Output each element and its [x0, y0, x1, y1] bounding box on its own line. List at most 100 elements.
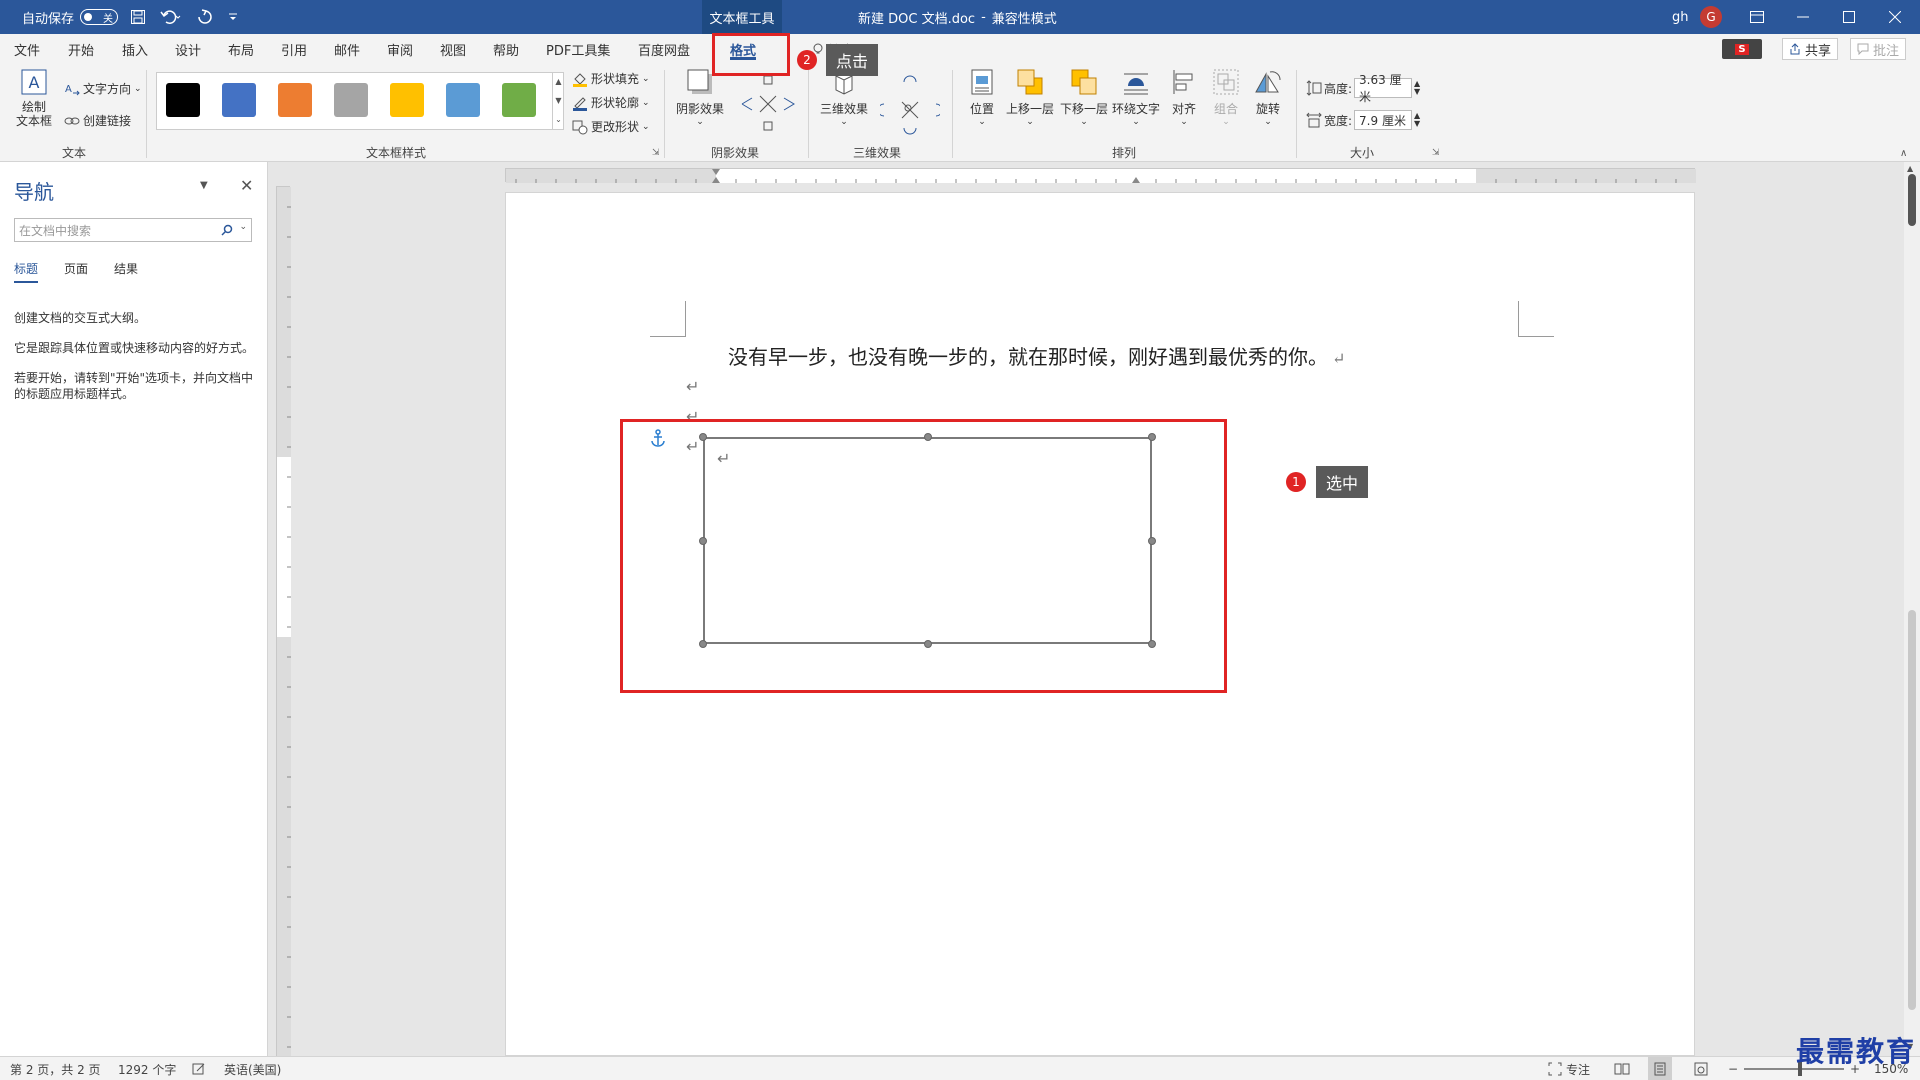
- nav-options-icon[interactable]: ▼: [200, 180, 208, 191]
- status-bar: 第 2 页，共 2 页 1292 个字 英语(美国) 专注 − + 150%: [0, 1056, 1920, 1080]
- tab-layout[interactable]: 布局: [228, 34, 254, 64]
- nav-tab-results[interactable]: 结果: [114, 260, 138, 277]
- language[interactable]: 英语(美国): [224, 1057, 281, 1080]
- read-mode-icon[interactable]: [1614, 1057, 1630, 1080]
- position-icon: [968, 68, 996, 96]
- position-button[interactable]: 位置 ⌄: [962, 68, 1002, 127]
- redo-icon[interactable]: [196, 0, 214, 34]
- proofing-icon[interactable]: [192, 1057, 206, 1080]
- shadow-icon: [686, 68, 714, 96]
- tab-view[interactable]: 视图: [440, 34, 466, 64]
- autosave[interactable]: 自动保存 关: [22, 0, 119, 34]
- maximize-icon[interactable]: [1826, 0, 1872, 34]
- scrollbar-track-segment: [1908, 610, 1916, 1010]
- nav-tab-headings[interactable]: 标题: [14, 260, 39, 283]
- tab-references[interactable]: 引用: [281, 34, 307, 64]
- swatch-gray[interactable]: [334, 83, 368, 117]
- 3d-effect-button[interactable]: 三维效果 ⌄: [816, 68, 872, 127]
- swatch-green[interactable]: [502, 83, 536, 117]
- group-label-3d: 三维效果: [852, 146, 901, 160]
- swatch-orange[interactable]: [278, 83, 312, 117]
- swatch-blue[interactable]: [222, 83, 256, 117]
- create-link-button[interactable]: 创建链接: [64, 112, 131, 129]
- height-input[interactable]: 3.63 厘米: [1354, 73, 1413, 104]
- text-direction-button[interactable]: A 文字方向 ⌄: [64, 80, 142, 97]
- change-shape-button[interactable]: 更改形状 ⌄: [572, 118, 650, 135]
- tab-help[interactable]: 帮助: [493, 34, 519, 64]
- undo-icon[interactable]: [160, 0, 182, 34]
- nav-tab-pages[interactable]: 页面: [64, 260, 88, 277]
- nav-search-input[interactable]: 在文档中搜索 ⌄: [14, 218, 252, 242]
- comment-icon: [1857, 43, 1869, 55]
- zoom-out-icon[interactable]: −: [1728, 1057, 1738, 1080]
- focus-mode-button[interactable]: 专注: [1548, 1057, 1590, 1080]
- shape-fill-button[interactable]: 形状填充 ⌄: [572, 70, 650, 87]
- avatar[interactable]: G: [1700, 0, 1722, 34]
- autosave-toggle[interactable]: 关: [80, 9, 119, 25]
- separator: [952, 70, 953, 158]
- swatch-light-blue[interactable]: [446, 83, 480, 117]
- search-dropdown-icon[interactable]: ⌄: [239, 222, 247, 232]
- input-method-icon[interactable]: S: [1722, 39, 1762, 59]
- search-icon[interactable]: [221, 224, 233, 236]
- share-button[interactable]: 共享: [1782, 38, 1839, 60]
- tab-pdf-tools[interactable]: PDF工具集: [546, 34, 610, 64]
- tab-mailings[interactable]: 邮件: [334, 34, 360, 64]
- group-label-text: 文本: [61, 146, 86, 160]
- vertical-ruler[interactable]: [276, 186, 291, 1057]
- width-spinner[interactable]: ▲ ▼: [1414, 112, 1420, 128]
- send-backward-button[interactable]: 下移一层 ⌄: [1058, 68, 1110, 127]
- document-text-line[interactable]: 没有早一步，也没有晚一步的，就在那时候，刚好遇到最优秀的你。 ↵: [728, 341, 1345, 370]
- customize-qat-icon[interactable]: [228, 0, 238, 34]
- compat-mode: 兼容性模式: [991, 11, 1057, 27]
- rotate-button[interactable]: 旋转 ⌄: [1248, 68, 1288, 127]
- swatch-black[interactable]: [166, 83, 200, 117]
- scrollbar-thumb[interactable]: [1908, 174, 1916, 226]
- document-title: 新建 DOC 文档.doc - 兼容性模式: [858, 9, 1057, 27]
- margin-corner-mark: [650, 301, 686, 337]
- size-dialog-launcher-icon[interactable]: ⇲: [1432, 148, 1440, 158]
- shadow-nudge-icon[interactable]: [738, 74, 798, 134]
- bring-forward-button[interactable]: 上移一层 ⌄: [1004, 68, 1056, 127]
- shadow-effect-button[interactable]: 阴影效果 ⌄: [672, 68, 728, 127]
- tab-design[interactable]: 设计: [175, 34, 201, 64]
- dialog-launcher-icon[interactable]: ⇲: [652, 148, 660, 158]
- draw-textbox-button[interactable]: A 绘制 文本框: [10, 68, 58, 128]
- rotate-icon: [1254, 68, 1282, 96]
- 3d-tilt-icon[interactable]: [880, 74, 940, 136]
- tab-file[interactable]: 文件: [14, 34, 40, 64]
- svg-text:A: A: [65, 84, 72, 95]
- horizontal-ruler[interactable]: [505, 168, 1696, 183]
- align-icon: [1170, 68, 1198, 96]
- collapse-ribbon-icon[interactable]: ∧: [1900, 148, 1907, 159]
- width-input[interactable]: 7.9 厘米: [1354, 110, 1413, 130]
- send-backward-icon: [1070, 68, 1098, 96]
- swatch-gold[interactable]: [390, 83, 424, 117]
- separator: [664, 70, 665, 158]
- tab-baidu-netdisk[interactable]: 百度网盘: [638, 34, 690, 64]
- minimize-icon[interactable]: [1780, 0, 1826, 34]
- vertical-scrollbar[interactable]: ▲ ▼: [1904, 162, 1920, 1056]
- word-count[interactable]: 1292 个字: [118, 1057, 176, 1080]
- align-button[interactable]: 对齐 ⌄: [1164, 68, 1204, 127]
- tab-insert[interactable]: 插入: [122, 34, 148, 64]
- web-layout-icon[interactable]: [1694, 1057, 1708, 1080]
- tab-review[interactable]: 审阅: [387, 34, 413, 64]
- save-icon[interactable]: [130, 0, 146, 34]
- shapes-icon: [572, 120, 588, 134]
- group-button[interactable]: 组合 ⌄: [1206, 68, 1246, 127]
- gallery-scroll[interactable]: ▲ ▼ ⌄: [552, 72, 564, 130]
- ribbon-display-icon[interactable]: [1734, 0, 1780, 34]
- print-layout-icon[interactable]: [1648, 1057, 1672, 1080]
- comments-button[interactable]: 批注: [1850, 38, 1907, 60]
- pen-icon: [573, 96, 587, 111]
- tab-home[interactable]: 开始: [68, 34, 94, 64]
- nav-help-text-3: 若要开始，请转到"开始"选项卡，并向文档中的标题应用标题样式。: [14, 371, 254, 401]
- wrap-text-button[interactable]: 环绕文字 ⌄: [1110, 68, 1162, 127]
- shape-outline-button[interactable]: 形状轮廓 ⌄: [572, 94, 650, 111]
- page-count[interactable]: 第 2 页，共 2 页: [10, 1057, 101, 1080]
- nav-close-icon[interactable]: ✕: [240, 176, 253, 195]
- close-icon[interactable]: [1872, 0, 1918, 34]
- height-spinner[interactable]: ▲ ▼: [1414, 80, 1420, 96]
- scroll-up-icon[interactable]: ▲: [1907, 164, 1913, 173]
